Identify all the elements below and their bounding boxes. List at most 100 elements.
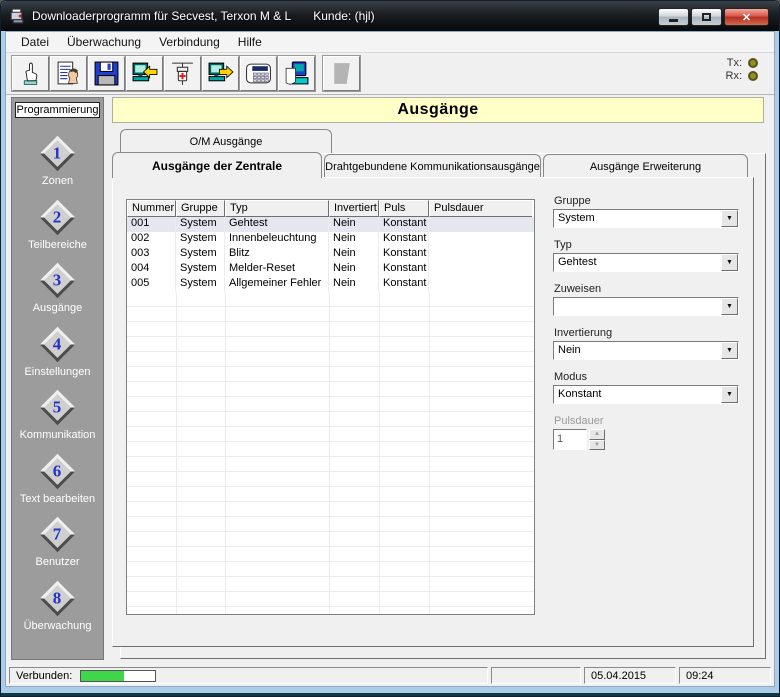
menu-hilfe[interactable]: Hilfe [229,33,271,51]
send-button[interactable] [202,56,239,91]
rx-led-icon [748,71,758,81]
sidebar-item-text-bearbeiten[interactable]: 6 Text bearbeiten [20,459,95,505]
table-row[interactable]: 001 System Gehtest Nein Konstant [127,217,534,232]
sidebar-item-label: Text bearbeiten [20,493,95,505]
status-bar: Verbunden: 05.04.2015 09:24 [6,665,774,686]
receive-button[interactable] [126,56,163,91]
status-date: 05.04.2015 [584,667,676,684]
sidebar-item-label: Ausgänge [33,302,83,314]
table-row[interactable]: 002 System Innenbeleuchtung Nein Konstan… [127,232,534,247]
col-header-pulsdauer[interactable]: Pulsdauer [429,200,532,217]
typ-label: Typ [554,239,739,251]
window-title: Downloaderprogramm für Secvest, Terxon M… [32,9,291,23]
sidebar-item-label: Überwachung [24,620,92,632]
outputs-table: Nummer Gruppe Typ Invertiert Puls Pulsda… [126,199,535,615]
tab-ausgaenge-erweiterung[interactable]: Ausgänge Erweiterung [543,154,748,178]
diamond-6-icon: 6 [40,453,75,488]
zuweisen-label: Zuweisen [554,283,739,295]
menu-ueberwachung[interactable]: Überwachung [58,33,150,51]
invertierung-select[interactable]: Nein ▼ [553,341,739,360]
close-button[interactable]: ✕ [724,8,769,26]
connection-progress-bar [80,670,156,682]
pointing-hand-icon [17,60,44,87]
save-floppy-icon [93,60,120,87]
gruppe-select[interactable]: System ▼ [553,209,739,228]
tx-label: Tx: [726,57,743,69]
outputs-tab-page: Nummer Gruppe Typ Invertiert Puls Pulsda… [112,177,754,647]
tab-ausgaenge-der-zentrale[interactable]: Ausgänge der Zentrale [112,152,322,178]
table-row[interactable]: 005 System Allgemeiner Fehler Nein Konst… [127,277,534,292]
page-title-band: Ausgänge [112,97,764,123]
spin-up-icon: ▲ [589,429,605,440]
diamond-5-icon: 5 [40,390,75,425]
print-button[interactable] [278,56,315,91]
sidebar-item-ueberwachung[interactable]: 8 Überwachung [24,586,92,632]
invertierung-label: Invertierung [554,327,739,339]
close-icon: ✕ [742,11,751,24]
sidebar-item-teilbereiche[interactable]: 2 Teilbereiche [28,205,87,251]
maximize-icon [702,13,711,21]
tab-om-ausgaenge[interactable]: O/M Ausgänge [120,129,332,153]
sidebar-item-kommunikation[interactable]: 5 Kommunikation [20,395,96,441]
status-empty-panel [491,667,581,684]
menu-datei[interactable]: Datei [12,33,58,51]
chevron-down-icon[interactable]: ▼ [721,342,738,359]
zuweisen-select[interactable]: ▼ [553,297,739,316]
app-window: Downloaderprogramm für Secvest, Terxon M… [0,0,780,697]
title-bar: Downloaderprogramm für Secvest, Terxon M… [1,1,779,31]
window-bottom-edge [1,693,779,696]
connection-status-panel: Verbunden: [9,667,488,684]
col-header-nummer[interactable]: Nummer [127,200,176,217]
diamond-3-icon: 3 [40,263,75,298]
customer-data-button[interactable] [50,56,87,91]
disabled-tool-button [323,56,360,91]
table-row[interactable]: 003 System Blitz Nein Konstant [127,247,534,262]
col-header-puls[interactable]: Puls [379,200,429,217]
connection-label: Verbunden: [16,670,72,682]
app-icon [9,8,26,25]
keypad-button[interactable] [240,56,277,91]
print-icon [283,60,310,87]
col-header-invertiert[interactable]: Invertiert [329,200,379,217]
sidebar-item-benutzer[interactable]: 7 Benutzer [35,522,79,568]
table-row[interactable]: 004 System Melder-Reset Nein Konstant [127,262,534,277]
save-button[interactable] [88,56,125,91]
sidebar-item-ausgaenge[interactable]: 3 Ausgänge [33,268,83,314]
chevron-down-icon[interactable]: ▼ [721,254,738,271]
chevron-down-icon[interactable]: ▼ [721,298,738,315]
col-header-typ[interactable]: Typ [225,200,329,217]
minimize-icon [669,19,678,22]
detector-icon [169,60,196,87]
output-settings-form: Gruppe System ▼ Typ Gehtest ▼ Zuweisen [553,195,739,450]
typ-select[interactable]: Gehtest ▼ [553,253,739,272]
progress-fill [81,671,124,681]
customer-document-icon [55,60,82,87]
sidebar-header: Programmierung [15,102,100,118]
minimize-button[interactable] [658,8,689,26]
tab-drahtgebundene-kommunikationsausgaenge[interactable]: Drahtgebundene Kommunikationsausgänge [324,154,541,178]
diamond-4-icon: 4 [40,327,75,362]
sidebar-item-zonen[interactable]: 1 Zonen [42,141,73,187]
maximize-button[interactable] [691,8,722,26]
pulsdauer-label: Pulsdauer [554,415,739,427]
diamond-2-icon: 2 [40,200,75,235]
sidebar-item-label: Einstellungen [24,366,90,378]
pulsdauer-stepper: 1 ▲ ▼ [553,429,739,450]
col-header-gruppe[interactable]: Gruppe [176,200,225,217]
modus-label: Modus [554,371,739,383]
send-to-panel-icon [207,60,234,87]
chevron-down-icon[interactable]: ▼ [721,210,738,227]
tx-rx-indicators: Tx: Rx: [726,57,759,82]
chevron-down-icon[interactable]: ▼ [721,386,738,403]
table-empty-area [127,292,534,615]
hint-button[interactable] [12,56,49,91]
programming-sidebar: Programmierung 1 Zonen 2 Teilbereiche 3 … [11,97,104,660]
diamond-8-icon: 8 [40,580,75,615]
sidebar-item-einstellungen[interactable]: 4 Einstellungen [24,332,90,378]
modus-select[interactable]: Konstant ▼ [553,385,739,404]
menu-bar: Datei Überwachung Verbindung Hilfe [6,32,774,53]
diamond-7-icon: 7 [40,517,75,552]
menu-verbindung[interactable]: Verbindung [150,33,229,51]
status-time: 09:24 [679,667,771,684]
detector-button[interactable] [164,56,201,91]
